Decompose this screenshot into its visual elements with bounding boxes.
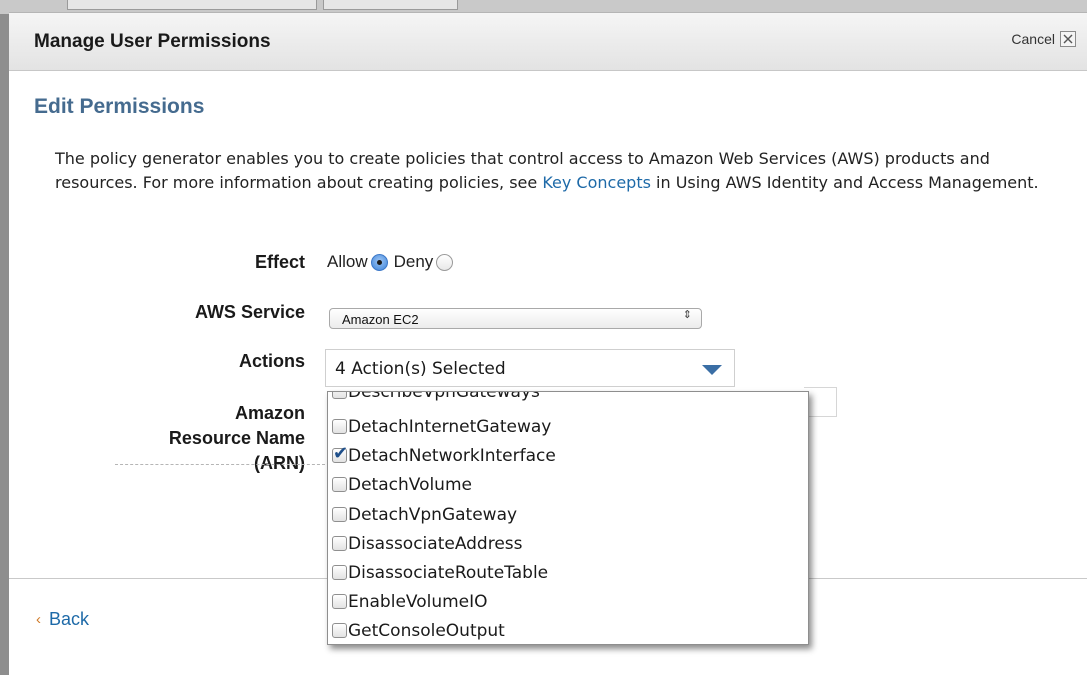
dashed-divider — [115, 464, 325, 465]
key-concepts-link[interactable]: Key Concepts — [542, 173, 651, 192]
checkbox[interactable] — [332, 623, 347, 638]
action-option[interactable]: DisassociateRouteTable — [332, 558, 548, 587]
effect-label: Effect — [254, 252, 305, 272]
action-option-label: DetachNetworkInterface — [348, 445, 556, 466]
description-text-end: in Using AWS Identity and Access Managem… — [650, 173, 1039, 192]
actions-dropdown-list[interactable]: DescribeVpnGateways DetachInternetGatewa… — [327, 391, 809, 645]
checkbox[interactable] — [332, 507, 347, 522]
checkbox[interactable] — [332, 419, 347, 434]
checkbox[interactable] — [332, 392, 347, 399]
effect-radio-group: Allow Deny — [327, 252, 459, 272]
aws-service-select[interactable]: Amazon EC2 ⇕ — [329, 308, 702, 329]
action-option-label: DetachInternetGateway — [348, 416, 552, 437]
action-option[interactable]: DetachInternetGateway — [332, 412, 551, 441]
close-icon[interactable] — [1060, 31, 1076, 47]
action-option[interactable]: EnableVolumeIO — [332, 587, 488, 616]
action-option[interactable]: DetachVpnGateway — [332, 500, 517, 529]
checkbox[interactable] — [332, 536, 347, 551]
aws-service-label: AWS Service — [194, 302, 305, 322]
action-option[interactable]: DisassociateAddress — [332, 529, 523, 558]
chevron-left-icon: ‹ — [36, 611, 41, 628]
manage-permissions-dialog: Manage User Permissions Cancel Edit Perm… — [9, 12, 1087, 675]
checkbox-checked[interactable] — [332, 443, 348, 464]
policy-description: The policy generator enables you to crea… — [55, 147, 1045, 195]
background-window-edge — [0, 14, 9, 675]
deny-radio[interactable] — [436, 253, 454, 271]
checkbox[interactable] — [332, 477, 347, 492]
action-option-label: DescribeVpnGateways — [348, 391, 540, 402]
actions-select[interactable]: 4 Action(s) Selected — [325, 349, 735, 387]
deny-radio-label: Deny — [393, 252, 434, 271]
background-tab — [323, 0, 458, 10]
dialog-header: Manage User Permissions Cancel — [9, 13, 1087, 71]
chevron-down-icon[interactable] — [702, 365, 722, 375]
aws-service-value: Amazon EC2 — [342, 312, 419, 327]
checkbox[interactable] — [332, 565, 347, 580]
arn-label-line: Resource Name — [168, 428, 305, 448]
action-option-label: DisassociateRouteTable — [348, 562, 549, 583]
background-tab — [67, 0, 317, 10]
back-link[interactable]: ‹ Back — [36, 609, 89, 630]
action-option-label: DetachVolume — [348, 474, 472, 495]
cancel-control[interactable]: Cancel — [1011, 31, 1076, 47]
action-option-label: EnableVolumeIO — [348, 591, 488, 612]
actions-selected-count: 4 Action(s) Selected — [335, 359, 506, 379]
action-option[interactable]: GetConsoleOutput — [332, 616, 505, 644]
cancel-link[interactable]: Cancel — [1011, 31, 1055, 47]
allow-radio-label: Allow — [327, 252, 368, 271]
action-option[interactable]: DetachNetworkInterface — [332, 441, 556, 470]
section-title: Edit Permissions — [34, 95, 205, 118]
checkbox[interactable] — [332, 594, 347, 609]
select-arrows-icon: ⇕ — [682, 308, 692, 321]
back-label[interactable]: Back — [49, 609, 89, 630]
allow-radio[interactable] — [370, 253, 388, 271]
action-option[interactable]: DescribeVpnGateways — [332, 391, 540, 406]
action-option-label: DetachVpnGateway — [348, 504, 518, 525]
action-option-label: GetConsoleOutput — [348, 620, 505, 641]
action-option-label: DisassociateAddress — [348, 533, 523, 554]
arn-label-line: Amazon — [234, 403, 305, 423]
actions-label: Actions — [238, 351, 305, 371]
dialog-title: Manage User Permissions — [34, 31, 271, 52]
action-option[interactable]: DetachVolume — [332, 470, 472, 499]
